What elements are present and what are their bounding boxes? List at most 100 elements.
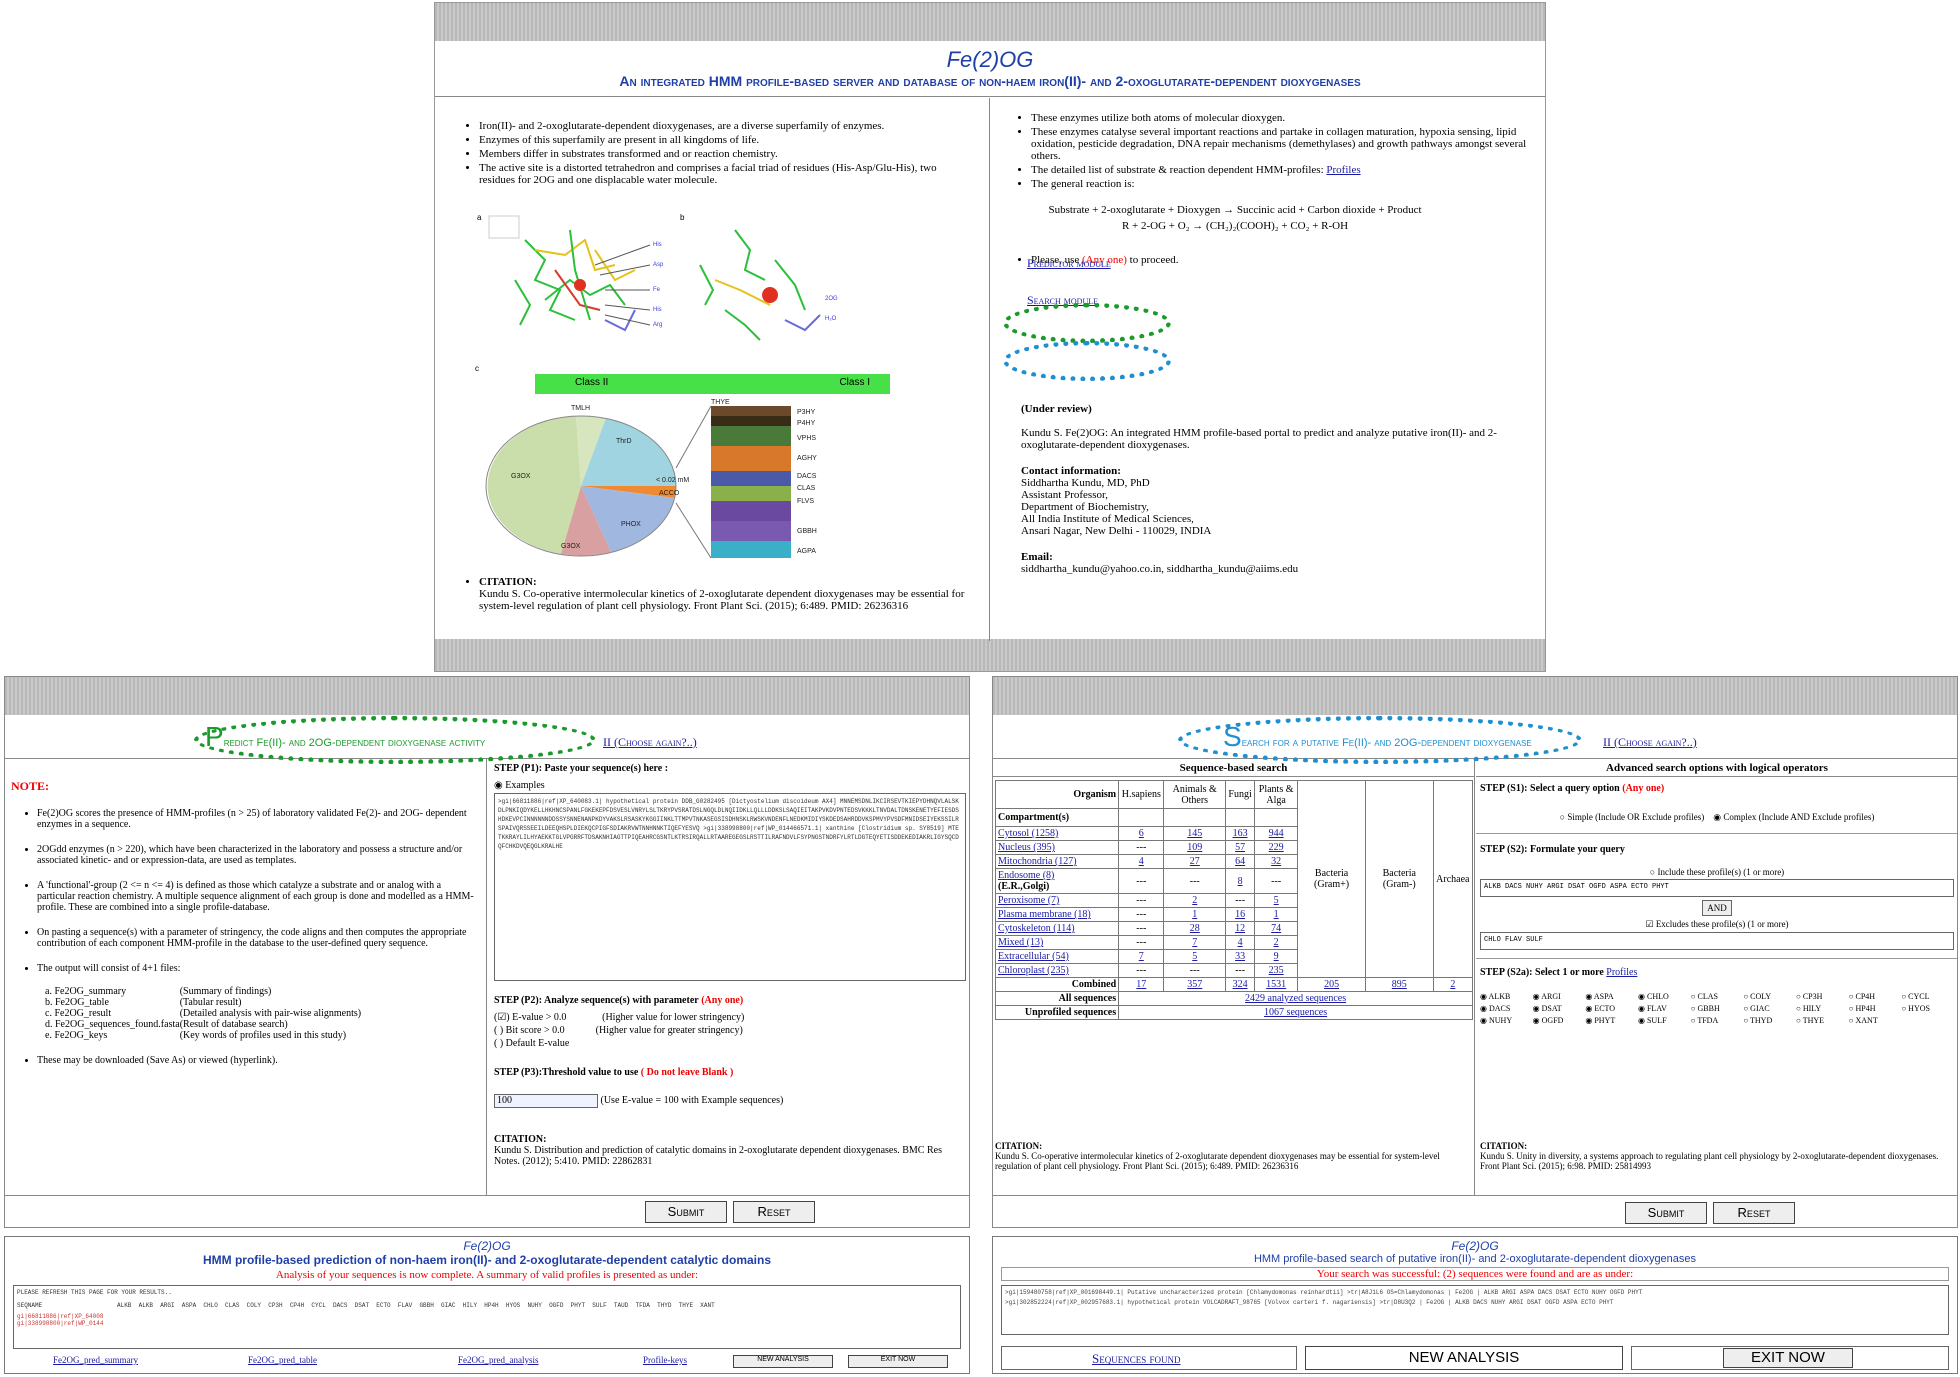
profile-option[interactable]: ○ HP4H (1849, 1004, 1902, 1013)
combined-row: Combined 17 357 324 1531 205 895 2 (994, 977, 1474, 992)
top-left-column: Iron(II)- and 2-oxoglutarate-dependent d… (435, 98, 990, 641)
and-button[interactable]: AND (1702, 900, 1732, 916)
predict-submit-button[interactable]: Submit (645, 1201, 727, 1223)
profile-option[interactable]: ◉ ASPA (1585, 992, 1638, 1001)
profile-option[interactable]: ○ THYD (1743, 1016, 1796, 1025)
predict-choose-again-link[interactable]: II (Choose again?..) (603, 735, 697, 750)
predictor-module-link[interactable]: Predictor module (1027, 256, 1111, 271)
download-note: These may be downloaded (Save As) or vie… (37, 1055, 476, 1066)
intro-item: Members differ in substrates transformed… (479, 148, 975, 160)
citation-label: CITATION: (479, 576, 537, 588)
profile-option[interactable]: ○ COLY (1743, 992, 1796, 1001)
include-checkbox[interactable]: ○ Include these profile(s) (1 or more) (1480, 867, 1954, 877)
search-submit-button[interactable]: Submit (1625, 1202, 1707, 1224)
info-item: These enzymes catalyse several important… (1031, 126, 1532, 162)
bitscore-radio[interactable]: ( ) Bit score > 0.0 (Higher value for gre… (494, 1025, 966, 1036)
search-result-message: Your search was successful: (2) sequence… (1001, 1267, 1949, 1281)
pred-result-subtitle: HMM profile-based prediction of non-haem… (202, 1253, 772, 1267)
pred-result-table[interactable]: PLEASE REFRESH THIS PAGE FOR YOUR RESULT… (13, 1285, 961, 1349)
reaction-line-1: Substrate + 2-oxoglutarate + Dioxygen → … (1048, 204, 1422, 216)
pred-exit-now-button[interactable]: EXIT NOW (848, 1355, 948, 1368)
profile-option[interactable]: ◉ SULF (1638, 1016, 1691, 1025)
all-sequences-link[interactable]: 2429 analyzed sequences (1245, 993, 1346, 1004)
unprofiled-link[interactable]: 1067 sequences (1264, 1007, 1327, 1018)
stack-label: GBBH (797, 528, 817, 535)
profile-option[interactable]: ◉ ARGI (1533, 992, 1586, 1001)
found-sequence: >gi|159480758|ref|XP_001698449.1| Putati… (1005, 1289, 1643, 1296)
pie-label: G3OX (561, 543, 581, 550)
sequence-search-section: Sequence-based search Organism H.sapiens… (993, 759, 1475, 1195)
simple-radio[interactable]: ○ Simple (Include OR Exclude profiles) (1560, 812, 1705, 822)
search-new-analysis-button[interactable]: NEW ANALYSIS (1305, 1346, 1623, 1370)
exclude-checkbox[interactable]: ☑ Excludes these profile(s) (1 or more) (1480, 919, 1954, 930)
profile-keys-link[interactable]: Profile-keys (643, 1355, 687, 1365)
unprofiled-row: Unprofiled sequences 1067 sequences (994, 1005, 1473, 1020)
default-evalue-radio[interactable]: ( ) Default E-value (494, 1038, 966, 1049)
profile-option[interactable]: ○ GBBH (1691, 1004, 1744, 1013)
profile-option[interactable]: ○ TFDA (1691, 1016, 1744, 1025)
profile-option[interactable]: ○ CYCL (1901, 992, 1954, 1001)
profile-option[interactable]: ○ XANT (1849, 1016, 1902, 1025)
step-p1-label: STEP (P1): Paste your sequence(s) here : (494, 763, 669, 774)
profile-option[interactable]: ◉ DSAT (1533, 1004, 1586, 1013)
search-left-citation: CITATION: Kundu S. Co-operative intermole… (995, 1141, 1440, 1171)
profile-option[interactable]: ◉ OGFD (1533, 1016, 1586, 1025)
note-item: A 'functional'-group (2 <= n <= 4) is de… (37, 880, 476, 913)
info-item: These enzymes utilize both atoms of mole… (1031, 112, 1532, 124)
search-reset-button[interactable]: Reset (1713, 1202, 1795, 1224)
profile-option[interactable]: ◉ ECTO (1585, 1004, 1638, 1013)
top-panel: Fe(2)OG An integrated HMM profile-based … (434, 2, 1546, 672)
contact-line: Assistant Professor, (1021, 489, 1108, 501)
step-p3-label: STEP (P3):Threshold value to use (494, 1067, 639, 1078)
profile-option[interactable]: ◉ CHLO (1638, 992, 1691, 1001)
threshold-input[interactable]: 100 (494, 1094, 598, 1108)
profile-option[interactable]: ○ GIAC (1743, 1004, 1796, 1013)
sequences-found-link[interactable]: Sequences found (1092, 1351, 1180, 1367)
contact-label: Contact information: (1021, 465, 1121, 477)
output-files-table: a. Fe2OG_summary (Summary of findings) b.… (45, 986, 362, 1041)
include-profiles-input[interactable]: ALKB DACS NUHY ARGI DSAT OGFD ASPA ECTO … (1480, 879, 1954, 897)
advanced-search-section: Advanced search options with logical ope… (1476, 759, 1957, 1195)
svg-text:Fe: Fe (653, 287, 661, 293)
profiles-link[interactable]: Profiles (1326, 164, 1360, 176)
profile-option[interactable]: ○ CP3H (1796, 992, 1849, 1001)
advanced-search-heading: Advanced search options with logical ope… (1476, 759, 1957, 777)
top-gray-band-bottom (435, 639, 1545, 671)
stack-label: FLVS (797, 498, 814, 505)
class-bar-right: Class I (839, 377, 870, 388)
prediction-result-panel: Fe(2)OG HMM profile-based prediction of … (4, 1236, 970, 1374)
s2a-profiles-link[interactable]: Profiles (1606, 967, 1637, 978)
profile-option[interactable]: ◉ NUHY (1480, 1016, 1533, 1025)
profile-option[interactable]: ◉ ALKB (1480, 992, 1533, 1001)
search-exit-now-button[interactable]: EXIT NOW (1723, 1348, 1853, 1368)
profile-option[interactable]: ○ HYOS (1901, 1004, 1954, 1013)
profile-option[interactable]: ○ CLAS (1691, 992, 1744, 1001)
complex-radio[interactable]: ◉ Complex (Include AND Exclude profiles) (1713, 812, 1874, 822)
profile-option[interactable]: ○ CP4H (1849, 992, 1902, 1001)
profile-option[interactable]: ○ HILY (1796, 1004, 1849, 1013)
svg-text:Asp: Asp (653, 262, 664, 268)
intro-item: The active site is a distorted tetrahedr… (479, 162, 975, 186)
pred-analysis-link[interactable]: Fe2OG_pred_analysis (458, 1355, 539, 1365)
search-choose-again-link[interactable]: II (Choose again?..) (1603, 735, 1697, 750)
sequence-textarea[interactable]: >gi|66811886|ref|XP_640083.1| hypothetic… (494, 793, 966, 981)
all-sequences-row: All sequences 2429 analyzed sequences (994, 991, 1473, 1006)
search-header-oval (1178, 716, 1582, 764)
exclude-profiles-input[interactable]: CHLO FLAV SULF (1480, 932, 1954, 950)
predict-reset-button[interactable]: Reset (733, 1201, 815, 1223)
pred-new-analysis-button[interactable]: NEW ANALYSIS (733, 1355, 833, 1368)
contact-line: Ansari Nagar, New Delhi - 110029, INDIA (1021, 525, 1212, 537)
stack-label: VPHS (797, 435, 816, 442)
profile-option[interactable]: ◉ DACS (1480, 1004, 1533, 1013)
pred-summary-link[interactable]: Fe2OG_pred_summary (53, 1355, 138, 1365)
profile-option[interactable]: ○ THYE (1796, 1016, 1849, 1025)
profile-option[interactable]: ◉ PHYT (1585, 1016, 1638, 1025)
predict-gray-band (5, 677, 969, 715)
evalue-radio[interactable]: (☑) E-value > 0.0 (Higher value for lower… (494, 1012, 966, 1023)
found-sequences-box[interactable]: >gi|159480758|ref|XP_001698449.1| Putati… (1001, 1285, 1949, 1335)
examples-radio[interactable]: ◉ Examples (494, 780, 966, 791)
pred-table-link[interactable]: Fe2OG_pred_table (248, 1355, 317, 1365)
predict-citation-label: CITATION: (494, 1134, 547, 1145)
profile-option[interactable]: ◉ FLAV (1638, 1004, 1691, 1013)
pred-result-links: Fe2OG_pred_summary Fe2OG_pred_table Fe2O… (13, 1355, 963, 1370)
